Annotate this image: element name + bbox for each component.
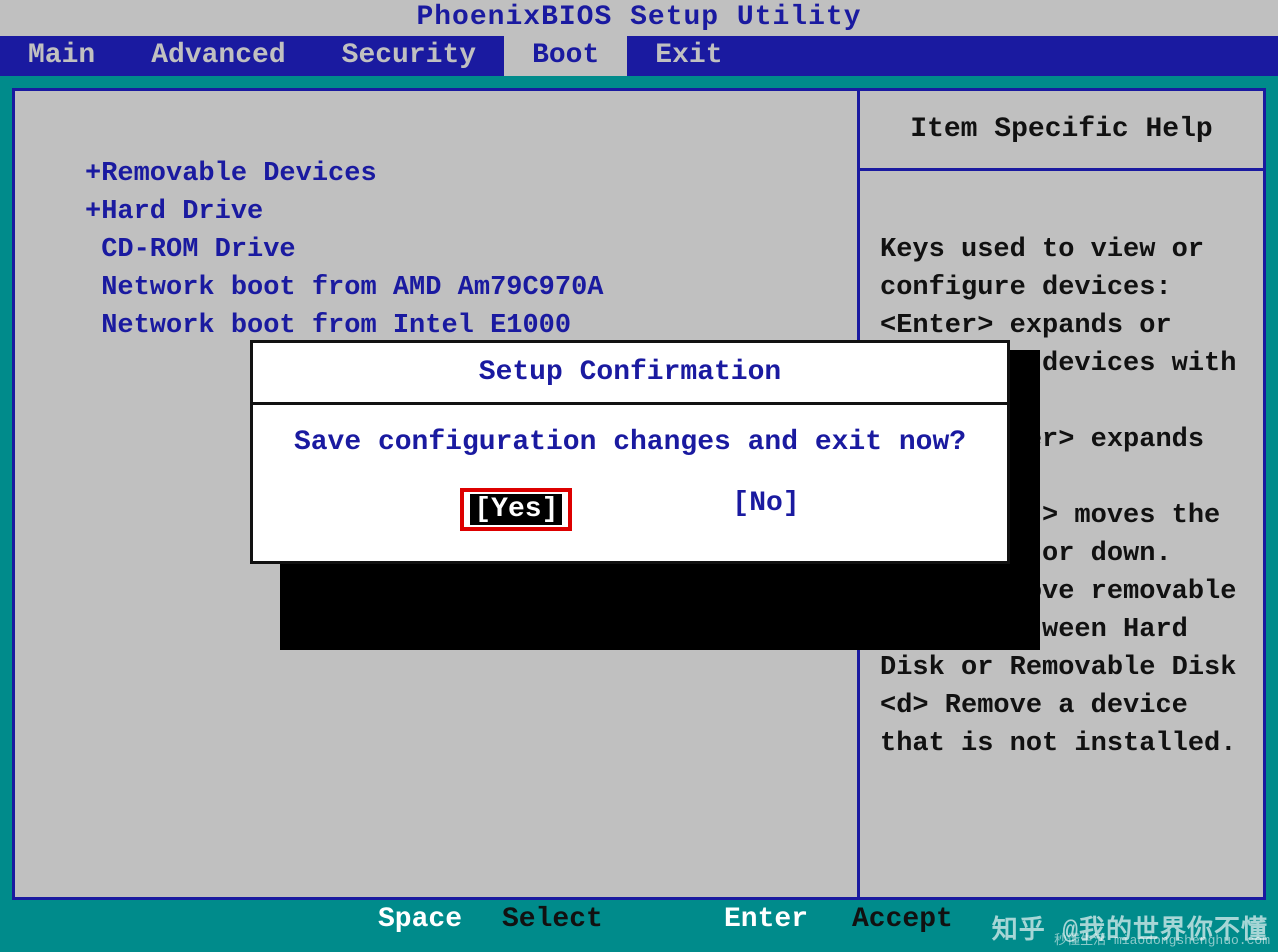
dialog-buttons: [Yes] [No] (253, 468, 1007, 561)
dialog-title: Setup Confirmation (253, 343, 1007, 405)
boot-item-net-amd[interactable]: Network boot from AMD Am79C970A (85, 269, 817, 307)
footer-key-space: Space (378, 900, 462, 940)
yes-button-label: [Yes] (470, 494, 562, 525)
boot-item-cdrom[interactable]: CD-ROM Drive (85, 231, 817, 269)
footer-action-accept: Accept (852, 900, 953, 940)
boot-item-harddrive[interactable]: +Hard Drive (85, 193, 817, 231)
yes-button[interactable]: [Yes] (460, 488, 572, 531)
confirmation-dialog: Setup Confirmation Save configuration ch… (250, 340, 1010, 564)
watermark-source: 秒懂生活 miaodongshenghuo.com (1054, 929, 1270, 948)
footer-action-select: Select (502, 900, 603, 940)
help-title: Item Specific Help (860, 91, 1263, 171)
menu-exit[interactable]: Exit (627, 36, 750, 76)
menu-bar: Main Advanced Security Boot Exit (0, 36, 1278, 76)
menu-security[interactable]: Security (314, 36, 504, 76)
boot-item-removable[interactable]: +Removable Devices (85, 155, 817, 193)
footer-key-enter: Enter (724, 900, 808, 940)
window-title: PhoenixBIOS Setup Utility (0, 0, 1278, 36)
menu-advanced[interactable]: Advanced (123, 36, 313, 76)
dialog-message: Save configuration changes and exit now? (253, 405, 1007, 468)
no-button[interactable]: [No] (732, 488, 799, 531)
menu-boot[interactable]: Boot (504, 36, 627, 76)
menu-main[interactable]: Main (0, 36, 123, 76)
